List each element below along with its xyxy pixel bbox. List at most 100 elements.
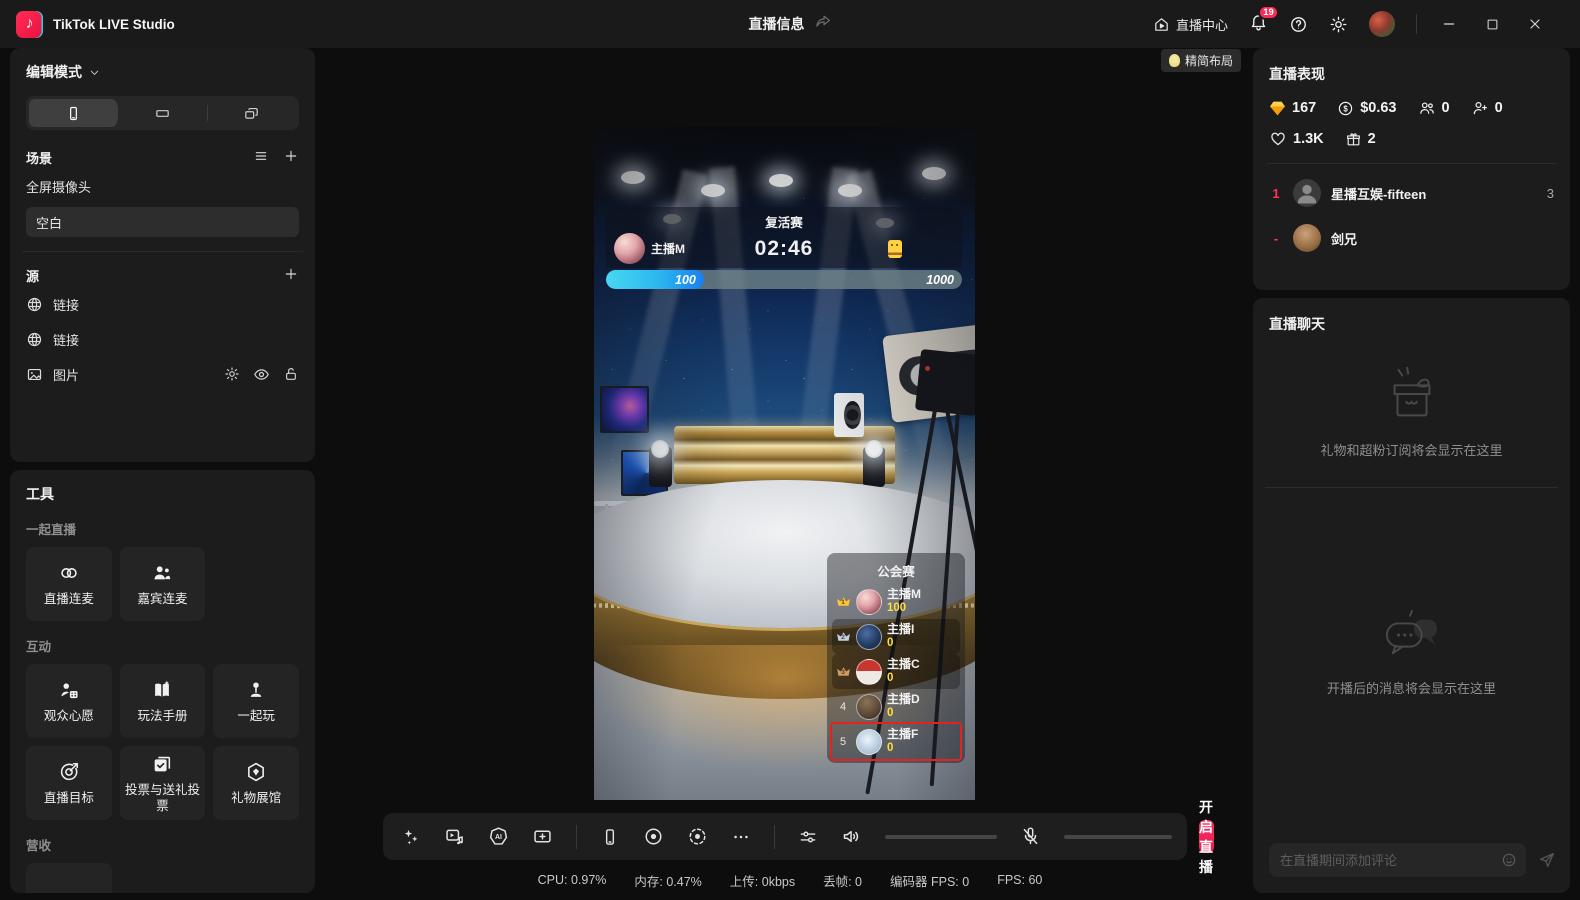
tool-card-gameplay-manual[interactable]: 玩法手册 [120,664,206,738]
gifts-placeholder: 礼物和超粉订阅将会显示在这里 [1269,364,1554,459]
leaderboard-row: 1 主播M 100 [832,584,960,619]
scenes-sources-panel: 编辑模式 场景 全屏摄像头 [10,48,315,462]
source-lock-button[interactable] [283,366,299,382]
edit-mode-dropdown[interactable]: 编辑模式 [26,62,299,82]
tool-card-audience-wish[interactable]: 观众心愿 [26,664,112,738]
stat-revenue: $ $0.63 [1337,100,1396,117]
user-avatar[interactable] [1369,11,1395,37]
tool-card-play-together[interactable]: 一起玩 [213,664,299,738]
help-button[interactable] [1289,15,1308,34]
tools-title: 工具 [26,484,299,504]
source-visibility-button[interactable] [253,366,270,383]
compact-layout-badge[interactable]: 精简布局 [1161,49,1241,72]
titlebar: ♪ TikTok LIVE Studio 直播信息 直播中心 19 [0,0,1580,48]
ai-effects-button[interactable]: AI [488,826,509,847]
notifications-button[interactable]: 19 [1249,12,1268,36]
settings-button[interactable] [1329,15,1348,34]
scenes-title: 场景 [26,148,52,167]
leaderboard-score: 0 [887,707,920,720]
tool-card-gift-gallery[interactable]: 礼物展馆 [213,746,299,820]
layout-landscape-button[interactable] [118,99,206,127]
page-title: 直播信息 [749,14,805,34]
tool-card-partial[interactable] [26,863,112,893]
live-preview-canvas[interactable]: 复活赛 主播M 02:46 100 1000 公会赛 1 主播M [594,127,975,800]
agency-rank-row[interactable]: 1 星播互娱-fifteen 3 [1269,177,1554,209]
smiley-icon [1501,852,1517,868]
record-icon [643,826,664,847]
scene-item-blank[interactable]: 空白 [26,207,299,237]
tool-card-label: 直播目标 [44,791,94,807]
frame-effects-button[interactable] [532,826,553,847]
scene-item-label: 全屏摄像头 [26,177,91,196]
tool-card-label: 投票与送礼投票 [125,783,201,814]
tool-card-label: 嘉宾连麦 [137,592,187,608]
match-progress-bar: 100 1000 [606,270,962,289]
titlebar-separator [1416,14,1417,34]
joystick-icon [245,678,267,702]
host-avatar [614,233,645,264]
emoji-button[interactable] [1501,852,1517,868]
stat-gifts: 2 [1345,131,1376,148]
mic-volume-slider[interactable] [1064,835,1172,839]
share-icon[interactable] [815,13,832,35]
multi-window-icon [243,105,260,122]
add-scene-button[interactable] [283,148,299,167]
speaker-volume-slider[interactable] [885,835,997,839]
leaderboard-name: 主播I [887,623,914,637]
record-button[interactable] [643,826,664,847]
chat-bubbles-icon [1381,608,1443,664]
agency-rank-row[interactable]: - 剑兄 [1269,222,1554,254]
audio-mixer-button[interactable] [798,827,818,847]
agency-name: 剑兄 [1331,229,1544,248]
maximize-icon [1485,17,1500,32]
speaker-volume-button[interactable] [841,826,862,847]
home-live-icon [1153,16,1170,33]
media-button[interactable] [444,826,465,847]
rank-value: - [1269,231,1283,246]
status-upload: 上传: 0kbps [730,871,795,890]
source-item-image[interactable]: 图片 [26,358,299,390]
close-button[interactable] [1524,13,1546,35]
leaderboard-score: 0 [887,742,918,755]
send-icon [1538,851,1556,869]
notification-badge: 19 [1258,5,1279,20]
comment-input[interactable] [1269,843,1526,877]
mic-muted-button[interactable] [1020,826,1041,847]
rank-value: 1 [1269,186,1283,201]
camera-rotate-button[interactable] [687,826,708,847]
agency-avatar [1293,224,1321,252]
add-source-button[interactable] [283,266,299,285]
tool-card-polls[interactable]: 投票与送礼投票 [120,746,206,820]
layout-multi-button[interactable] [208,99,296,127]
diamond-gem-icon [1269,101,1286,116]
layout-portrait-button[interactable] [29,99,117,127]
source-item-link-2[interactable]: 链接 [26,323,299,355]
media-music-icon [444,826,465,847]
leaderboard-row: 2 主播I 0 [832,619,960,654]
rank-number: 2 [841,634,845,641]
chat-title: 直播聊天 [1269,314,1554,334]
phone-preview-button[interactable] [600,827,620,847]
tool-card-live-cohost[interactable]: 直播连麦 [26,547,112,621]
crown-bronze-icon: 3 [835,665,851,678]
more-options-button[interactable] [731,827,751,847]
source-item-link-1[interactable]: 链接 [26,288,299,320]
beautify-button[interactable] [401,827,421,847]
leaderboard-score: 100 [887,602,921,615]
live-center-button[interactable]: 直播中心 [1153,15,1228,34]
messages-placeholder: 开播后的消息将会显示在这里 [1269,608,1554,697]
send-comment-button[interactable] [1538,851,1556,869]
source-settings-button[interactable] [224,366,240,382]
start-live-button[interactable]: 开启直播 [1199,820,1214,853]
heart-icon [1269,130,1287,148]
tool-card-guest-cohost[interactable]: 嘉宾连麦 [120,547,206,621]
host-name: 主播M [651,240,685,257]
scene-item-fullscreen-camera[interactable]: 全屏摄像头 [16,171,309,201]
tool-card-label: 礼物展馆 [231,791,281,807]
edit-mode-label: 编辑模式 [26,62,82,82]
maximize-button[interactable] [1481,13,1503,35]
person-plus-icon [1471,99,1489,117]
scene-list-button[interactable] [253,148,269,167]
tool-card-live-goal[interactable]: 直播目标 [26,746,112,820]
minimize-button[interactable] [1438,13,1460,35]
